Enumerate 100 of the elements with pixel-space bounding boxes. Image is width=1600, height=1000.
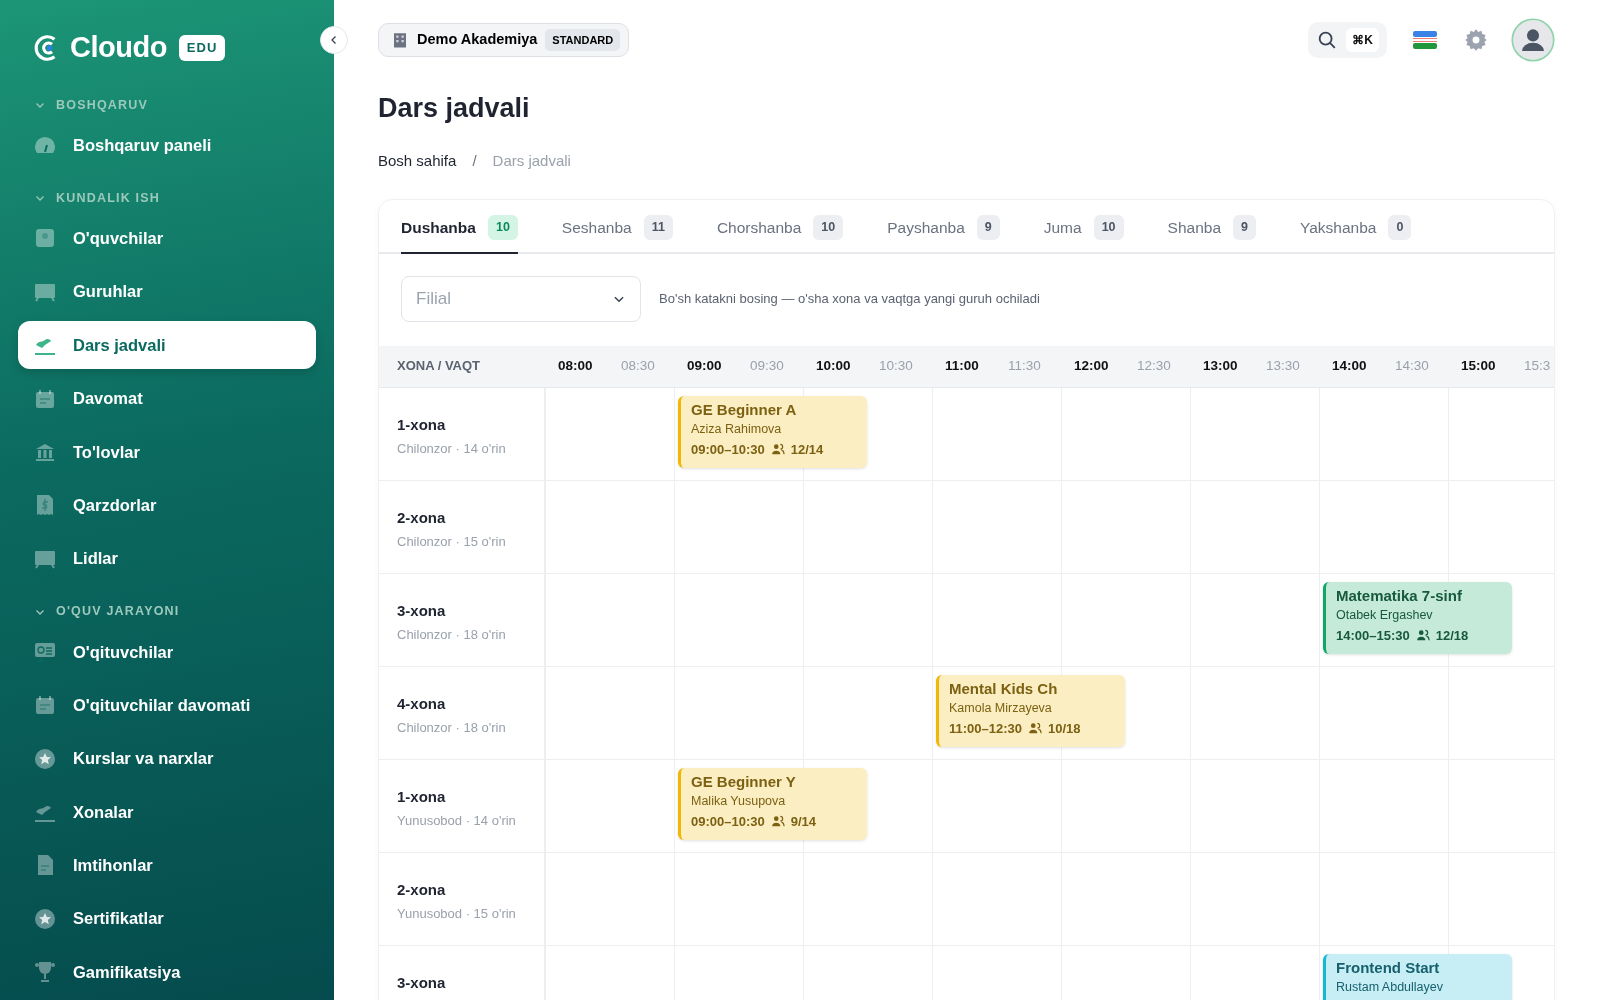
count-badge: 10 [1093, 214, 1124, 240]
section-title: BOSHQARUV [56, 96, 149, 114]
half-hour-label: 08:30 [620, 357, 655, 375]
half-hour-label: 11:30 [1007, 357, 1041, 375]
sidebar-item[interactable]: Davomat [18, 374, 316, 423]
room-info: Chilonzor · 18 o'rin [397, 626, 507, 645]
people-icon [770, 814, 785, 829]
menu-item-icon [33, 746, 57, 771]
count-badge: 11 [643, 214, 673, 240]
teacher-name: Malika Yusupova [691, 792, 787, 810]
half-hour-label: 10:30 [878, 357, 913, 375]
lesson-time: 09:00–10:30 [691, 812, 765, 831]
room-info: Yunusobod · 15 o'rin [397, 905, 517, 924]
day-tab[interactable]: Seshanba 11 [561, 199, 673, 254]
room-info: Chilonzor · 18 o'rin [397, 719, 507, 738]
teacher-name: Otabek Ergashev [1336, 606, 1434, 624]
count-badge: 10 [813, 214, 844, 240]
menu-item-icon [33, 906, 57, 931]
day-tab[interactable]: Chorshanba 10 [716, 199, 844, 254]
sidebar-item[interactable]: O'quvchilar [18, 214, 316, 263]
hour-label: 09:00 [686, 357, 723, 375]
sidebar-item[interactable]: Sertifikatlar [18, 894, 316, 943]
hour-label: 11:00 [944, 357, 980, 375]
lesson-title: GE Beginner A [691, 400, 798, 419]
lesson-card[interactable]: Frontend Start Rustam Abdullayev [1323, 953, 1512, 1000]
day-tab[interactable]: Yakshanba 0 [1299, 199, 1412, 254]
hint-text: Bo'sh katakni bosing — o'sha xona va vaqtga yangi guruh ochiladi [659, 289, 1040, 308]
lesson-title: Mental Kids Ch [949, 679, 1059, 698]
section-title: KUNDALIK ISH [56, 189, 160, 207]
sidebar-item[interactable]: Kurslar va narxlar [18, 734, 316, 783]
hour-label: 15:00 [1460, 357, 1497, 375]
lesson-title: GE Beginner Y [691, 772, 797, 791]
hour-label: 13:00 [1202, 357, 1239, 375]
sidebar-item[interactable]: Gamifikatsiya [18, 948, 316, 997]
teacher-name: Rustam Abdullayev [1336, 978, 1444, 996]
hour-label: 14:00 [1331, 357, 1368, 375]
sidebar-item[interactable]: Dars jadvali [18, 321, 316, 370]
day-tab[interactable]: Juma 10 [1043, 199, 1124, 254]
sidebar-item[interactable]: Boshqaruv paneli [18, 121, 316, 170]
lesson-card[interactable]: Mental Kids Ch Kamola Mirzayeva 11:00–12:30 10/18 [936, 674, 1125, 747]
organization-selector[interactable]: Demo Akademiya STANDARD [378, 22, 630, 58]
room-info: Yunusobod · 14 o'rin [397, 812, 517, 831]
day-tab[interactable]: Shanba 9 [1167, 199, 1256, 254]
edu-badge: EDU [178, 35, 226, 61]
lesson-time: 14:00–15:30 [1336, 626, 1410, 645]
teacher-name: Aziza Rahimova [691, 420, 783, 438]
search-button[interactable]: ⌘K [1308, 22, 1387, 58]
settings-icon[interactable] [1463, 27, 1489, 53]
hour-label: 10:00 [815, 357, 852, 375]
avatar-icon[interactable] [1511, 18, 1555, 62]
seat-count: 10/18 [1048, 719, 1081, 738]
count-badge: 10 [487, 214, 518, 240]
breadcrumb-current: Dars jadvali [492, 151, 571, 172]
sidebar-item[interactable]: Qarzdorlar [18, 481, 316, 530]
logo-text: Cloudo [70, 30, 167, 65]
room-name: 4-xona [397, 693, 447, 714]
people-icon [1028, 721, 1042, 736]
page-title: Dars jadvali [378, 92, 531, 125]
hour-label: 12:00 [1073, 357, 1110, 375]
sidebar-item[interactable]: Imtihonlar [18, 841, 316, 890]
sidebar-item[interactable]: To'lovlar [18, 427, 316, 476]
building-icon [391, 31, 409, 49]
lesson-card[interactable]: GE Beginner A Aziza Rahimova 09:00–10:30 12/14 [678, 395, 867, 468]
half-hour-label: 14:30 [1394, 357, 1429, 375]
lesson-time: 11:00–12:30 [949, 719, 1022, 738]
room-name: 2-xona [397, 879, 447, 900]
half-hour-label: 09:30 [749, 357, 784, 375]
room-name: 1-xona [397, 786, 447, 807]
lesson-time: 09:00–10:30 [691, 440, 765, 459]
count-badge: 0 [1388, 214, 1412, 240]
count-badge: 9 [976, 214, 1000, 240]
lesson-title: Frontend Start [1336, 958, 1441, 977]
count-badge: 9 [1233, 214, 1256, 240]
people-icon [770, 442, 785, 457]
room-name: 1-xona [397, 414, 447, 435]
lesson-card[interactable]: GE Beginner Y Malika Yusupova 09:00–10:30 9/14 [678, 767, 867, 840]
teacher-name: Kamola Mirzayeva [949, 699, 1053, 717]
seat-count: 12/14 [790, 440, 824, 459]
breadcrumb-link[interactable]: Bosh sahifa [378, 150, 457, 173]
sidebar-item[interactable]: O'qituvchilar davomati [18, 681, 316, 730]
shortcut-key: ⌘K [1346, 28, 1379, 52]
day-tab[interactable]: Payshanba 9 [887, 199, 1000, 254]
half-hour-label: 15:3 [1523, 357, 1551, 375]
room-name: 3-xona [397, 600, 447, 621]
sidebar-item[interactable]: Guruhlar [18, 267, 316, 316]
sidebar-item[interactable]: Xonalar [18, 788, 316, 837]
room-name: 3-xona [397, 972, 447, 993]
half-hour-label: 12:30 [1136, 357, 1171, 375]
half-hour-label: 13:30 [1265, 357, 1300, 375]
sidebar-item[interactable]: O'qituvchilar [18, 627, 316, 676]
organization-name: Demo Akademiya [417, 30, 538, 50]
seat-count: 9/14 [790, 812, 817, 831]
hour-label: 08:00 [557, 357, 594, 375]
room-info: Chilonzor · 15 o'rin [397, 533, 507, 552]
seat-count: 12/18 [1435, 626, 1469, 645]
day-tab[interactable]: Dushanba 10 [401, 199, 518, 254]
room-info: Chilonzor · 14 o'rin [397, 440, 507, 459]
sidebar-item[interactable]: Lidlar [18, 534, 316, 583]
lesson-card[interactable]: Matematika 7-sinf Otabek Ergashev 14:00–15:30 12/18 [1323, 581, 1512, 654]
lesson-title: Matematika 7-sinf [1336, 586, 1463, 605]
